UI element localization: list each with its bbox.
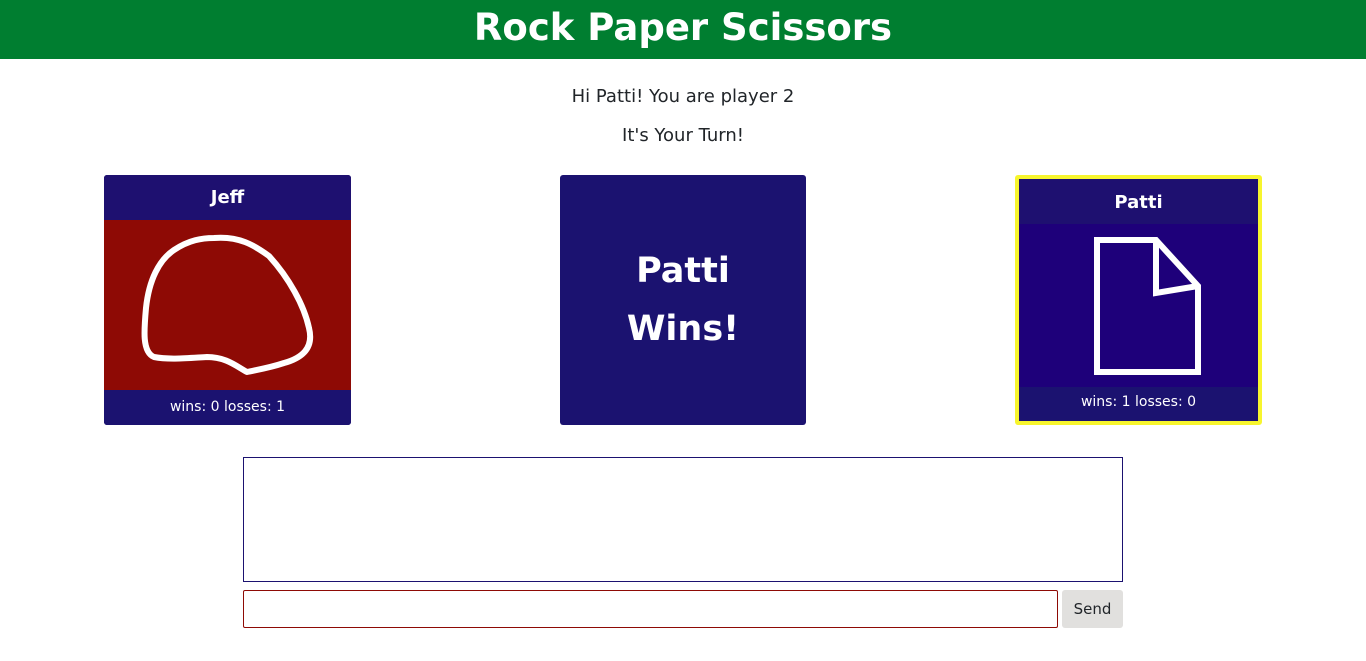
app-header: Rock Paper Scissors — [0, 0, 1366, 59]
player1-stats: wins: 0 losses: 1 — [104, 390, 351, 425]
player1-card: Jeff wins: 0 losses: 1 — [104, 175, 351, 425]
rock-icon — [141, 234, 314, 375]
result-text: Patti Wins! — [626, 251, 740, 349]
chat-log[interactable] — [243, 457, 1123, 582]
app-title: Rock Paper Scissors — [473, 6, 893, 49]
turn-status: It's Your Turn! — [622, 125, 744, 146]
paper-icon — [1094, 237, 1201, 375]
player1-name: Jeff — [104, 175, 351, 220]
chat-input[interactable] — [243, 590, 1058, 628]
player2-choice — [1019, 224, 1258, 387]
player2-name: Patti — [1019, 179, 1258, 224]
send-button[interactable]: Send — [1062, 590, 1123, 628]
player2-card: Patti wins: 1 losses: 0 — [1015, 175, 1262, 425]
greeting-text: Hi Patti! You are player 2 — [571, 86, 795, 107]
result-card: Patti Wins! — [560, 175, 806, 425]
player1-choice — [104, 220, 351, 390]
player2-stats: wins: 1 losses: 0 — [1019, 387, 1258, 421]
